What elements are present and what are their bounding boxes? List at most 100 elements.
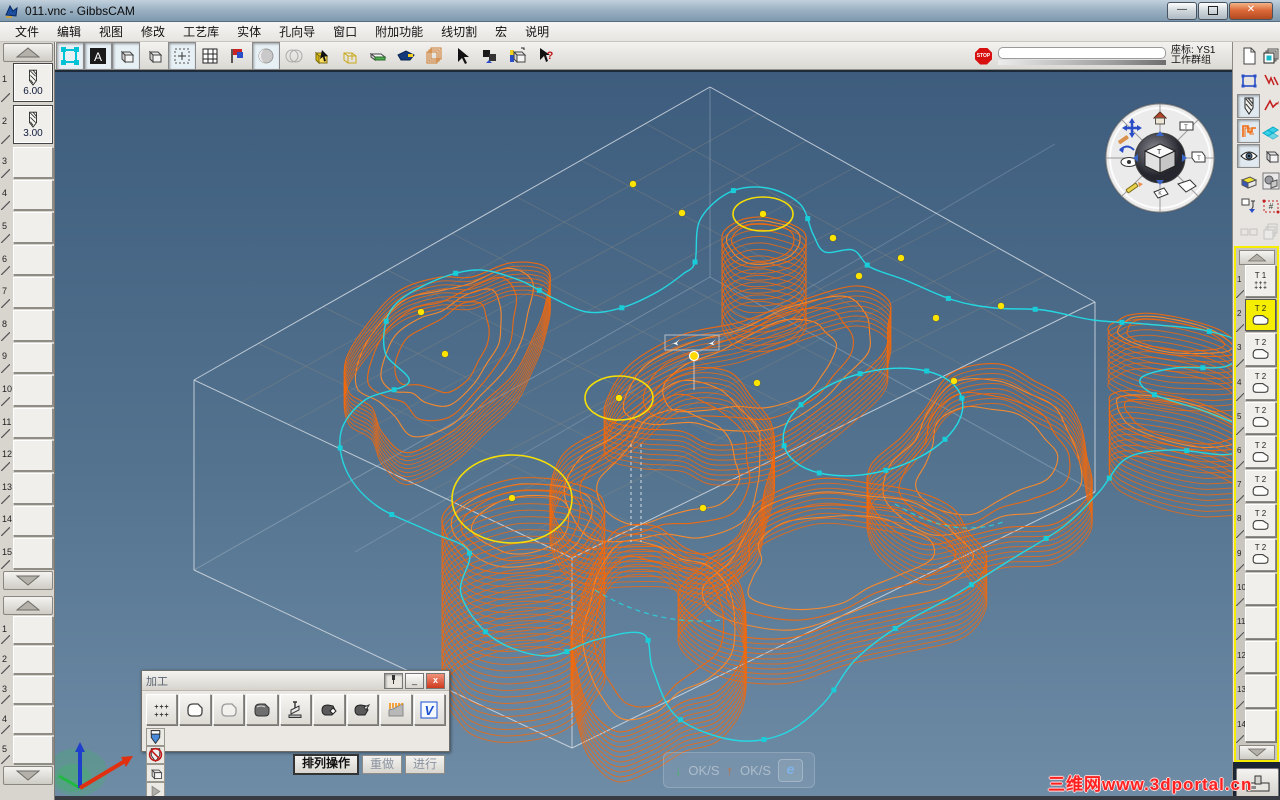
minimize-button[interactable]: —	[1167, 1, 1197, 20]
operation-slot-13[interactable]: 13	[1236, 674, 1277, 709]
menu-item-11[interactable]: 宏	[486, 22, 516, 41]
workgroup-slot-box[interactable]	[13, 616, 53, 644]
workgroup-stack-icon[interactable]	[1259, 44, 1280, 68]
eye-icon[interactable]	[1237, 144, 1260, 168]
layer-stack-icon[interactable]	[1259, 219, 1280, 243]
tool-slot-6[interactable]: 6	[0, 244, 55, 277]
tool-slot-10[interactable]: 10	[0, 374, 55, 407]
pair-icon[interactable]	[1237, 219, 1260, 243]
operations-up-arrow[interactable]	[1239, 250, 1275, 265]
feed-down-label[interactable]: OK/S	[688, 763, 719, 778]
contour-button[interactable]	[179, 694, 211, 725]
trackball-side-view-button[interactable]: T	[1191, 151, 1206, 163]
volumill-button[interactable]: V	[413, 694, 445, 725]
post-icon[interactable]	[1237, 194, 1260, 218]
tool-slot-12[interactable]: 12	[0, 439, 55, 472]
workgroup-slot-box[interactable]	[13, 646, 53, 674]
workgroup-slot-2[interactable]: 2	[0, 645, 55, 675]
feed-up-label[interactable]: OK/S	[740, 763, 771, 778]
select-rect-icon[interactable]	[1237, 69, 1260, 93]
tool-slot-box[interactable]	[13, 440, 53, 471]
moon-icon[interactable]	[252, 41, 280, 70]
operation-box[interactable]: T 2	[1245, 333, 1276, 366]
workgroup-slot-3[interactable]: 3	[0, 675, 55, 705]
tool-slot-box[interactable]	[13, 407, 53, 439]
tool-icon[interactable]	[1237, 94, 1260, 118]
operation-box[interactable]: T 2	[1245, 538, 1276, 571]
workgroup-list-up-arrow[interactable]	[3, 596, 53, 615]
palette-minimize-button[interactable]: _	[405, 672, 424, 689]
document-icon[interactable]	[1237, 44, 1260, 68]
operation-box[interactable]	[1245, 641, 1276, 674]
profile-icon[interactable]	[1259, 94, 1280, 118]
sheet-stack-icon[interactable]	[420, 42, 448, 70]
tool-slot-box[interactable]	[13, 147, 53, 178]
menu-item-3[interactable]: 视图	[90, 22, 132, 41]
operation-slot-1[interactable]: 1T 1 +++ +++	[1236, 264, 1277, 299]
tool-slot-8[interactable]: 8	[0, 309, 55, 342]
workgroup-list-down-arrow[interactable]	[3, 766, 53, 785]
play-button[interactable]	[146, 782, 165, 796]
operation-slot-7[interactable]: 7 T 2	[1236, 469, 1277, 504]
flag-icon[interactable]	[224, 42, 252, 70]
tool-slot-7[interactable]: 7	[0, 276, 55, 309]
solid-icon[interactable]	[1237, 169, 1260, 193]
operation-slot-5[interactable]: 5 T 2	[1236, 401, 1277, 435]
tool-slot-box[interactable]	[13, 244, 53, 276]
solid-mill-button[interactable]	[313, 694, 345, 725]
operation-slot-9[interactable]: 9 T 2	[1236, 538, 1277, 572]
tool-slot-box[interactable]	[13, 310, 53, 341]
thread-mill-button[interactable]	[380, 694, 412, 725]
cube-pick-icon[interactable]	[308, 42, 336, 70]
close-button[interactable]: ✕	[1229, 1, 1273, 20]
tool-list-down-arrow[interactable]	[3, 571, 53, 590]
tool-slot-box[interactable]	[13, 179, 53, 211]
workgroup-slot-4[interactable]: 4	[0, 705, 55, 735]
cube-shaded-icon[interactable]	[112, 41, 140, 70]
workgroup-slot-box[interactable]	[13, 676, 53, 704]
engrave-button[interactable]	[346, 694, 379, 725]
operation-slot-2[interactable]: 2 T 2	[1236, 298, 1277, 333]
drill-points-button[interactable]: +++ +++	[146, 694, 178, 725]
tool-slot-box[interactable]	[13, 538, 53, 569]
tool-slot-box[interactable]: 6.00	[13, 63, 53, 102]
tool-slot-3[interactable]: 3	[0, 146, 55, 179]
marker-icon[interactable]	[392, 42, 420, 70]
tool-slot-9[interactable]: 9	[0, 342, 55, 375]
selection-frame-icon[interactable]	[56, 41, 84, 70]
menu-item-4[interactable]: 修改	[132, 22, 174, 41]
tool-list-up-arrow[interactable]	[3, 43, 53, 62]
tool-slot-4[interactable]: 4	[0, 179, 55, 212]
view-trackball[interactable]: T T K T	[1102, 100, 1218, 216]
toolpath-icon[interactable]	[1237, 119, 1260, 143]
operation-slot-3[interactable]: 3 T 2	[1236, 332, 1277, 367]
circles-icon[interactable]	[280, 42, 308, 70]
tool-slot-box[interactable]: 3.00	[13, 105, 53, 144]
proceed-button[interactable]: 进行	[404, 754, 445, 774]
palette-close-button[interactable]: x	[426, 672, 445, 689]
operation-box[interactable]: T 2	[1245, 504, 1276, 537]
tool-show-button[interactable]	[146, 728, 165, 746]
grid-icon[interactable]	[196, 42, 224, 70]
operation-slot-10[interactable]: 10	[1236, 572, 1277, 606]
tool-slot-box[interactable]	[13, 212, 53, 243]
feed-up-icon[interactable]: ↑	[727, 763, 734, 778]
menu-item-8[interactable]: 窗口	[324, 22, 366, 41]
pocket-button[interactable]	[212, 694, 245, 725]
swap-icon[interactable]	[476, 42, 504, 70]
tool-slot-box[interactable]	[13, 375, 53, 406]
workgroup-slot-1[interactable]: 1	[0, 615, 55, 645]
menu-item-7[interactable]: 孔向导	[270, 22, 324, 41]
stop-icon[interactable]: STOP	[975, 47, 992, 65]
operation-box[interactable]: T 2	[1245, 299, 1276, 332]
tool-slot-11[interactable]: 11	[0, 407, 55, 440]
tool-slot-13[interactable]: 13	[0, 472, 55, 505]
operation-box[interactable]: T 2	[1245, 401, 1276, 434]
menu-item-2[interactable]: 编辑	[48, 22, 90, 41]
menu-item-12[interactable]: 说明	[516, 22, 558, 41]
help-pointer-icon[interactable]: ?	[532, 42, 560, 70]
operation-slot-14[interactable]: 14	[1236, 709, 1277, 743]
surface-mill-button[interactable]	[246, 694, 278, 725]
tool-slot-box[interactable]	[13, 473, 53, 504]
surface-icon[interactable]	[1259, 119, 1280, 143]
